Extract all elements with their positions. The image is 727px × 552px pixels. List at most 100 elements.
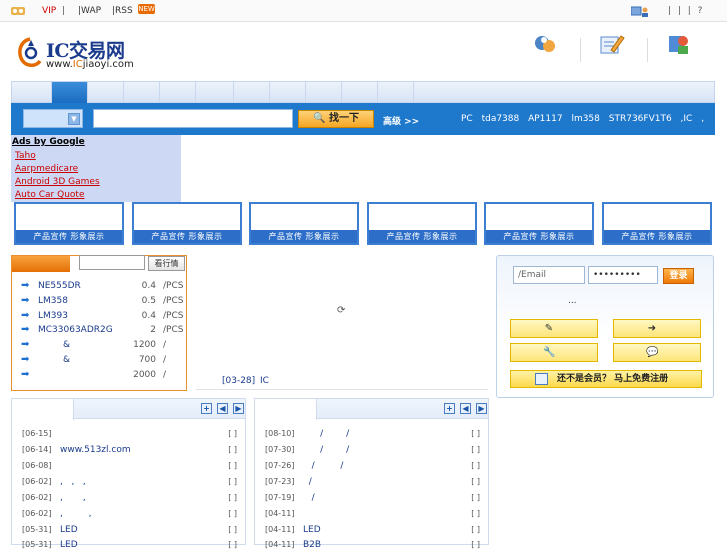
nav-tab[interactable] xyxy=(196,82,234,104)
ads-title[interactable]: Ads by Google xyxy=(12,137,85,147)
list-item[interactable]: [07-30] / /[ ] xyxy=(265,445,480,457)
promo-box[interactable]: 产品宣传 形象展示 xyxy=(14,202,124,245)
edit-icon[interactable] xyxy=(599,32,625,56)
promo-box[interactable]: 产品宣传 形象展示 xyxy=(249,202,359,245)
arrow-right-icon: ➡ xyxy=(21,280,30,291)
search-icon: 🔍 xyxy=(313,113,326,124)
quote-row[interactable]: ➡ & 700 / xyxy=(21,355,179,367)
promo-caption: 产品宣传 形象展示 xyxy=(16,230,122,243)
list-item[interactable]: [04-11] LED[ ] xyxy=(265,525,480,537)
list-item[interactable]: [06-14] www.513zl.com[ ] xyxy=(22,445,237,457)
plus-icon[interactable]: + xyxy=(201,403,212,414)
list-item[interactable]: [06-15][ ] xyxy=(22,429,237,441)
ad-link[interactable]: Taho xyxy=(15,151,36,161)
member-icon[interactable] xyxy=(11,6,25,16)
quote-row[interactable]: ➡ & 1200 / xyxy=(21,340,179,352)
nav-tab[interactable] xyxy=(306,82,342,104)
nav-tab[interactable] xyxy=(234,82,270,104)
news-link[interactable]: IC xyxy=(260,376,269,386)
login-member-button[interactable]: ➜ xyxy=(613,319,701,338)
list-item[interactable]: [04-11] B2B[ ] xyxy=(265,540,480,552)
quote-row[interactable]: ➡ 2000 / xyxy=(21,370,179,382)
rss-link[interactable]: |RSS xyxy=(112,6,133,16)
nav-tab[interactable] xyxy=(160,82,196,104)
part-name[interactable]: NE555DR xyxy=(38,281,81,291)
nav-tab[interactable] xyxy=(342,82,378,104)
quote-row[interactable]: ➡ NE555DR 0.4/PCS xyxy=(21,280,183,293)
quote-row[interactable]: ➡ MC33063ADR2G 2/PCS xyxy=(21,325,183,337)
wap-link[interactable]: |WAP xyxy=(78,6,101,16)
prev-icon[interactable]: ◀ xyxy=(217,403,228,414)
forgot-link[interactable]: ... xyxy=(568,296,577,306)
next-icon[interactable]: ▶ xyxy=(233,403,244,414)
search-input[interactable] xyxy=(93,109,293,128)
list-item[interactable]: [06-02], ,[ ] xyxy=(22,509,237,521)
nav-tab[interactable] xyxy=(124,82,160,104)
nav-tab-active[interactable] xyxy=(52,82,88,104)
help-button[interactable]: 💬 xyxy=(613,343,701,362)
promo-box[interactable]: 产品宣传 形象展示 xyxy=(484,202,594,245)
email-field[interactable]: /Email xyxy=(513,266,585,284)
part-name[interactable]: LM393 xyxy=(38,311,68,321)
quote-search-button[interactable]: 看行情 xyxy=(148,256,185,271)
quote-row[interactable]: ➡ LM358 0.5/PCS xyxy=(21,296,183,308)
vip-link[interactable]: VIP xyxy=(42,6,56,16)
nav-tab[interactable] xyxy=(12,82,52,104)
unit: /PCS xyxy=(163,281,184,291)
list-item[interactable]: [08-10] / /[ ] xyxy=(265,429,480,441)
hot-keywords[interactable]: PC tda7388 AP1117 lm358 STR736FV1T6 ,IC … xyxy=(461,114,704,124)
ad-link[interactable]: Aarpmedicare xyxy=(15,164,78,174)
quote-search-input[interactable] xyxy=(79,255,145,270)
unit: / xyxy=(163,340,167,350)
search-button[interactable]: 🔍 找一下 xyxy=(298,110,374,128)
part-name[interactable]: & xyxy=(63,355,70,365)
message-user-icon[interactable] xyxy=(631,6,649,17)
login-button[interactable]: 登录 xyxy=(663,268,694,284)
promo-box[interactable]: 产品宣传 形象展示 xyxy=(367,202,477,245)
news-list-left: + ◀ ▶ [06-15][ ] [06-14] www.513zl.com[ ]… xyxy=(11,398,246,550)
part-name[interactable]: LM358 xyxy=(38,296,68,306)
list-item[interactable]: [05-31] LED[ ] xyxy=(22,525,237,537)
list-item[interactable]: [06-02], , ,[ ] xyxy=(22,477,237,489)
advanced-search-link[interactable]: 高级 >> xyxy=(383,114,419,127)
tools-button[interactable]: 🔧 xyxy=(510,343,598,362)
list-item[interactable]: [05-31] LED[ ] xyxy=(22,540,237,552)
promo-box[interactable]: 产品宣传 形象展示 xyxy=(602,202,712,245)
part-name[interactable]: & xyxy=(63,340,70,350)
part-name[interactable]: MC33063ADR2G xyxy=(38,325,113,335)
divider xyxy=(580,38,581,62)
ad-link[interactable]: Auto Car Quote xyxy=(15,190,84,200)
plus-icon[interactable]: + xyxy=(444,403,455,414)
list-item[interactable]: [07-23] /[ ] xyxy=(265,477,480,489)
promo-caption: 产品宣传 形象展示 xyxy=(369,230,475,243)
nav-tab[interactable] xyxy=(270,82,306,104)
contact-icon[interactable] xyxy=(666,32,692,56)
site-logo[interactable]: IC交易网 www.ICjiaoyi.com xyxy=(17,35,147,75)
list-item[interactable]: [04-11][ ] xyxy=(265,509,480,521)
search-bar: ▼ 🔍 找一下 高级 >> PC tda7388 AP1117 lm358 ST… xyxy=(11,103,715,135)
unit: /PCS xyxy=(163,296,184,306)
quotes-tab[interactable] xyxy=(12,256,70,272)
top-links[interactable]: | | | ? xyxy=(668,6,704,16)
publish-button[interactable]: ✎ xyxy=(510,319,598,338)
prev-icon[interactable]: ◀ xyxy=(460,403,471,414)
quote-row[interactable]: ➡ LM393 0.4/PCS xyxy=(21,310,183,323)
next-icon[interactable]: ▶ xyxy=(476,403,487,414)
arrow-right-icon: ➡ xyxy=(21,354,30,365)
category-select[interactable]: ▼ xyxy=(23,109,83,128)
register-button[interactable]: 还不是会员？ 马上免费注册 xyxy=(510,370,702,388)
list-item[interactable]: [07-26] / /[ ] xyxy=(265,461,480,473)
arrow-right-icon: ➡ xyxy=(21,310,30,321)
password-field[interactable]: ••••••••• xyxy=(588,266,658,284)
list-item[interactable]: [06-02], ,[ ] xyxy=(22,493,237,505)
nav-tab[interactable] xyxy=(88,82,124,104)
list-item[interactable]: [07-19] /[ ] xyxy=(265,493,480,505)
nav-tab[interactable] xyxy=(378,82,414,104)
list-tab[interactable] xyxy=(12,399,74,420)
promo-box[interactable]: 产品宣传 形象展示 xyxy=(132,202,242,245)
list-item[interactable]: [06-08][ ] xyxy=(22,461,237,473)
list-tab[interactable] xyxy=(255,399,317,420)
ad-link[interactable]: Android 3D Games xyxy=(15,177,100,187)
chat-icon[interactable] xyxy=(532,32,558,56)
chevron-down-icon[interactable]: ▼ xyxy=(68,113,80,125)
